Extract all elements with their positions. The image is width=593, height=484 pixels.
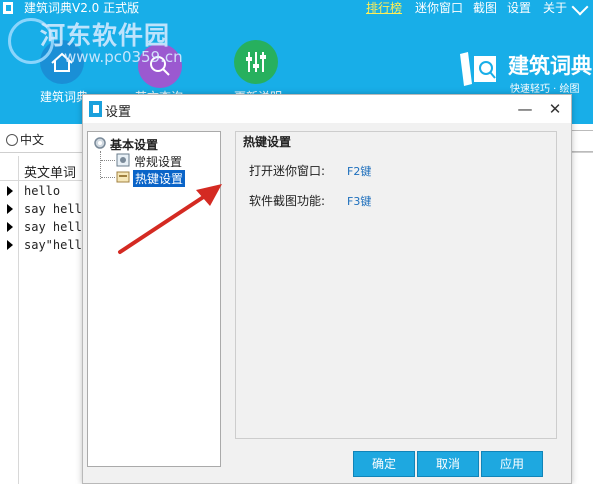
dialog-title: 设置 [105, 105, 132, 120]
tree-connector [101, 160, 115, 162]
app-logo-icon [89, 101, 102, 117]
cancel-button[interactable]: 取消 [417, 451, 479, 477]
row-selector-icon [7, 186, 13, 196]
table-row[interactable]: say hell [0, 200, 84, 218]
app-logo-icon [3, 2, 13, 14]
close-button[interactable]: ✕ [545, 99, 565, 119]
gear-icon [94, 137, 106, 149]
chinese-radio[interactable] [6, 134, 18, 146]
watermark-url: www.pc0359.cn [64, 48, 183, 66]
table-row[interactable]: say"hell [0, 236, 84, 254]
chinese-radio-label: 中文 [20, 133, 45, 147]
ok-button[interactable]: 确定 [353, 451, 415, 477]
dialog-titlebar[interactable] [83, 95, 571, 123]
menu-about[interactable]: 关于 [543, 0, 567, 16]
app-title: 建筑词典V2.0 正式版 [24, 1, 140, 15]
settings-dialog: 设置 — ✕ 基本设置 常规设置 热键设置 热键设置 打开迷你窗口: F2键 软… [82, 94, 572, 484]
tree-item-basic-settings[interactable]: 基本设置 [110, 136, 158, 153]
table-row[interactable]: hello [0, 182, 84, 200]
column-header-english: 英文单词 [24, 166, 77, 181]
brand-logo-icon [460, 52, 496, 86]
hotkey-screenshot-field[interactable]: F3键 [347, 193, 371, 209]
menu-settings[interactable]: 设置 [507, 0, 531, 16]
menu-mini-window[interactable]: 迷你窗口 [415, 0, 463, 16]
row-word: say"hell [24, 238, 82, 252]
row-word: hello [24, 184, 61, 198]
nav-dictionary-label: 建筑词典 [40, 90, 89, 104]
row-word: say hell [24, 202, 82, 216]
nav-update-button[interactable] [234, 40, 278, 84]
sliders-icon [246, 52, 266, 72]
minimize-button[interactable]: — [515, 99, 535, 119]
menu-screenshot[interactable]: 截图 [473, 0, 497, 16]
group-title: 热键设置 [241, 133, 294, 150]
table-row[interactable]: say hell [0, 218, 84, 236]
apply-button[interactable]: 应用 [481, 451, 543, 477]
row-selector-icon [7, 204, 13, 214]
tree-connector [100, 151, 102, 179]
brand-tagline: 快速轻巧 · 绘图 [510, 84, 580, 95]
watermark-text: 河东软件园 [40, 21, 171, 50]
settings-tree: 基本设置 常规设置 热键设置 [87, 131, 221, 467]
hotkey-settings-icon [116, 171, 130, 183]
tree-item-hotkey-settings[interactable]: 热键设置 [133, 170, 186, 187]
tree-connector [101, 177, 115, 179]
row-selector-icon [7, 240, 13, 250]
header-divider [0, 180, 84, 181]
general-settings-icon [116, 153, 130, 167]
row-selector-icon [7, 222, 13, 232]
tree-item-general-settings[interactable]: 常规设置 [134, 153, 182, 170]
menu-ranking[interactable]: 排行榜 [366, 0, 402, 16]
row-word: say hell [24, 220, 82, 234]
hotkey-mini-window-field[interactable]: F2键 [347, 163, 371, 179]
brand-name: 建筑词典 [508, 54, 592, 78]
hotkey-mini-window-label: 打开迷你窗口: [249, 164, 326, 178]
hotkey-screenshot-label: 软件截图功能: [249, 194, 326, 208]
